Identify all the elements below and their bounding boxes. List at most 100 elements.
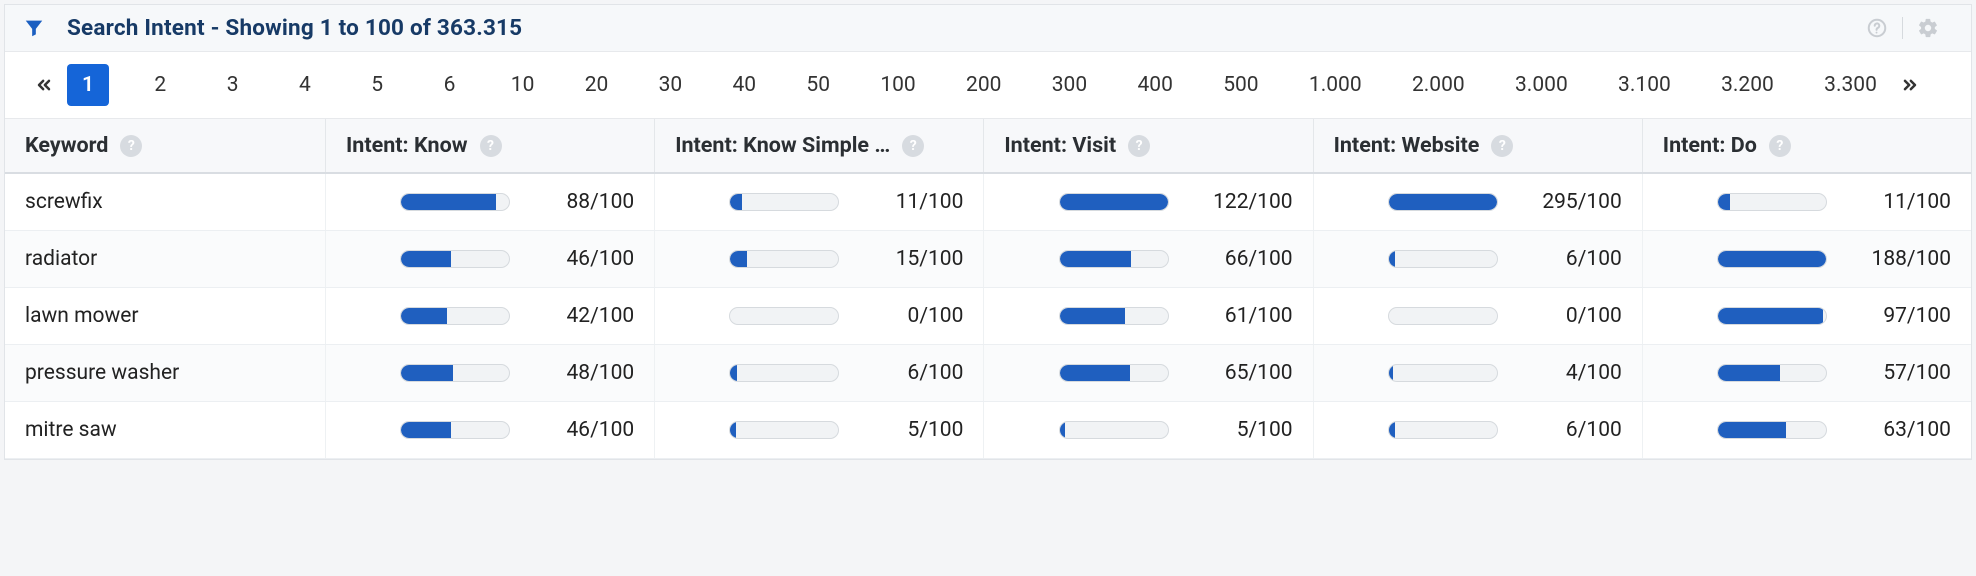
cell-do: 63/100 (1642, 402, 1971, 458)
page-3.300[interactable]: 3.300 (1814, 64, 1887, 106)
page-3.100[interactable]: 3.100 (1608, 64, 1681, 106)
cell-do: 11/100 (1642, 174, 1971, 230)
cell-know: 48/100 (325, 345, 654, 401)
page-4[interactable]: 4 (284, 64, 326, 106)
page-first-icon[interactable] (23, 64, 65, 106)
cell-website: 0/100 (1313, 288, 1642, 344)
table-row: lawn mower42/1000/10061/1000/10097/100 (5, 288, 1971, 345)
col-visit[interactable]: Intent: Visit? (983, 119, 1312, 172)
intent-bar (729, 250, 839, 268)
intent-value: 61/100 (1193, 304, 1293, 328)
cell-visit: 61/100 (983, 288, 1312, 344)
col-keyword[interactable]: Keyword? (5, 119, 325, 172)
intent-bar (1388, 250, 1498, 268)
cell-website: 295/100 (1313, 174, 1642, 230)
intent-bar (1059, 307, 1169, 325)
help-badge-icon[interactable]: ? (480, 135, 502, 157)
intent-bar (1388, 364, 1498, 382)
table-row: mitre saw 46/100 5/100 5/100 6/10063/100 (5, 402, 1971, 459)
intent-value: 46/100 (534, 247, 634, 271)
cell-keyword[interactable]: radiator (5, 231, 325, 287)
page-50[interactable]: 50 (796, 64, 840, 106)
intent-bar (1717, 421, 1827, 439)
cell-keyword[interactable]: screwfix (5, 174, 325, 230)
intent-value: 66/100 (1193, 247, 1293, 271)
page-1.000[interactable]: 1.000 (1299, 64, 1372, 106)
col-know_simple[interactable]: Intent: Know Simple …? (654, 119, 983, 172)
cell-visit: 122/100 (983, 174, 1312, 230)
intent-bar (729, 193, 839, 211)
page-100[interactable]: 100 (870, 64, 925, 106)
cell-do: 97/100 (1642, 288, 1971, 344)
intent-bar (1059, 421, 1169, 439)
gear-icon[interactable] (1903, 17, 1953, 39)
intent-bar (1717, 193, 1827, 211)
page-2[interactable]: 2 (139, 64, 181, 106)
panel-title: Search Intent - Showing 1 to 100 of 363.… (67, 15, 1852, 41)
help-badge-icon[interactable]: ? (1769, 135, 1791, 157)
intent-value: 48/100 (534, 361, 634, 385)
intent-bar (1388, 193, 1498, 211)
cell-website: 6/100 (1313, 231, 1642, 287)
page-40[interactable]: 40 (723, 64, 767, 106)
intent-bar (400, 250, 510, 268)
cell-keyword[interactable]: pressure washer (5, 345, 325, 401)
page-200[interactable]: 200 (956, 64, 1011, 106)
intent-value: 4/100 (1522, 361, 1622, 385)
intent-value: 65/100 (1193, 361, 1293, 385)
help-badge-icon[interactable]: ? (120, 135, 142, 157)
page-500[interactable]: 500 (1213, 64, 1268, 106)
cell-know: 42/100 (325, 288, 654, 344)
page-10[interactable]: 10 (501, 64, 545, 106)
cell-website: 4/100 (1313, 345, 1642, 401)
help-icon[interactable] (1852, 17, 1902, 39)
intent-value: 6/100 (863, 361, 963, 385)
intent-bar (1717, 364, 1827, 382)
cell-visit: 65/100 (983, 345, 1312, 401)
page-3[interactable]: 3 (212, 64, 254, 106)
page-2.000[interactable]: 2.000 (1402, 64, 1475, 106)
intent-value: 5/100 (1193, 418, 1293, 442)
filter-icon[interactable] (23, 17, 45, 39)
intent-value: 46/100 (534, 418, 634, 442)
intent-bar (400, 364, 510, 382)
intent-value: 6/100 (1522, 247, 1622, 271)
intent-bar (1388, 421, 1498, 439)
page-6[interactable]: 6 (428, 64, 470, 106)
page-last-icon[interactable] (1889, 64, 1931, 106)
intent-bar (400, 307, 510, 325)
page-20[interactable]: 20 (575, 64, 619, 106)
page-1[interactable]: 1 (67, 64, 109, 106)
intent-value: 295/100 (1522, 190, 1622, 214)
page-400[interactable]: 400 (1127, 64, 1182, 106)
page-5[interactable]: 5 (356, 64, 398, 106)
cell-keyword[interactable]: lawn mower (5, 288, 325, 344)
cell-know_simple: 11/100 (654, 174, 983, 230)
results-table: Keyword?Intent: Know?Intent: Know Simple… (5, 119, 1971, 459)
intent-bar (1717, 250, 1827, 268)
intent-bar (1059, 364, 1169, 382)
panel-header: Search Intent - Showing 1 to 100 of 363.… (5, 5, 1971, 52)
table-row: radiator 46/100 15/100 66/100 6/100 188/100 (5, 231, 1971, 288)
help-badge-icon[interactable]: ? (1128, 135, 1150, 157)
help-badge-icon[interactable]: ? (902, 135, 924, 157)
page-3.200[interactable]: 3.200 (1711, 64, 1784, 106)
cell-website: 6/100 (1313, 402, 1642, 458)
page-3.000[interactable]: 3.000 (1505, 64, 1578, 106)
col-know[interactable]: Intent: Know? (325, 119, 654, 172)
cell-do: 57/100 (1642, 345, 1971, 401)
cell-know_simple: 15/100 (654, 231, 983, 287)
help-badge-icon[interactable]: ? (1491, 135, 1513, 157)
intent-value: 88/100 (534, 190, 634, 214)
table-header-row: Keyword?Intent: Know?Intent: Know Simple… (5, 119, 1971, 174)
cell-know_simple: 5/100 (654, 402, 983, 458)
table-row: screwfix88/10011/100122/100295/10011/100 (5, 174, 1971, 231)
intent-value: 0/100 (863, 304, 963, 328)
col-do[interactable]: Intent: Do? (1642, 119, 1971, 172)
intent-bar (729, 421, 839, 439)
page-300[interactable]: 300 (1042, 64, 1097, 106)
cell-keyword[interactable]: mitre saw (5, 402, 325, 458)
col-website[interactable]: Intent: Website? (1313, 119, 1642, 172)
page-30[interactable]: 30 (649, 64, 693, 106)
intent-value: 188/100 (1851, 247, 1951, 271)
